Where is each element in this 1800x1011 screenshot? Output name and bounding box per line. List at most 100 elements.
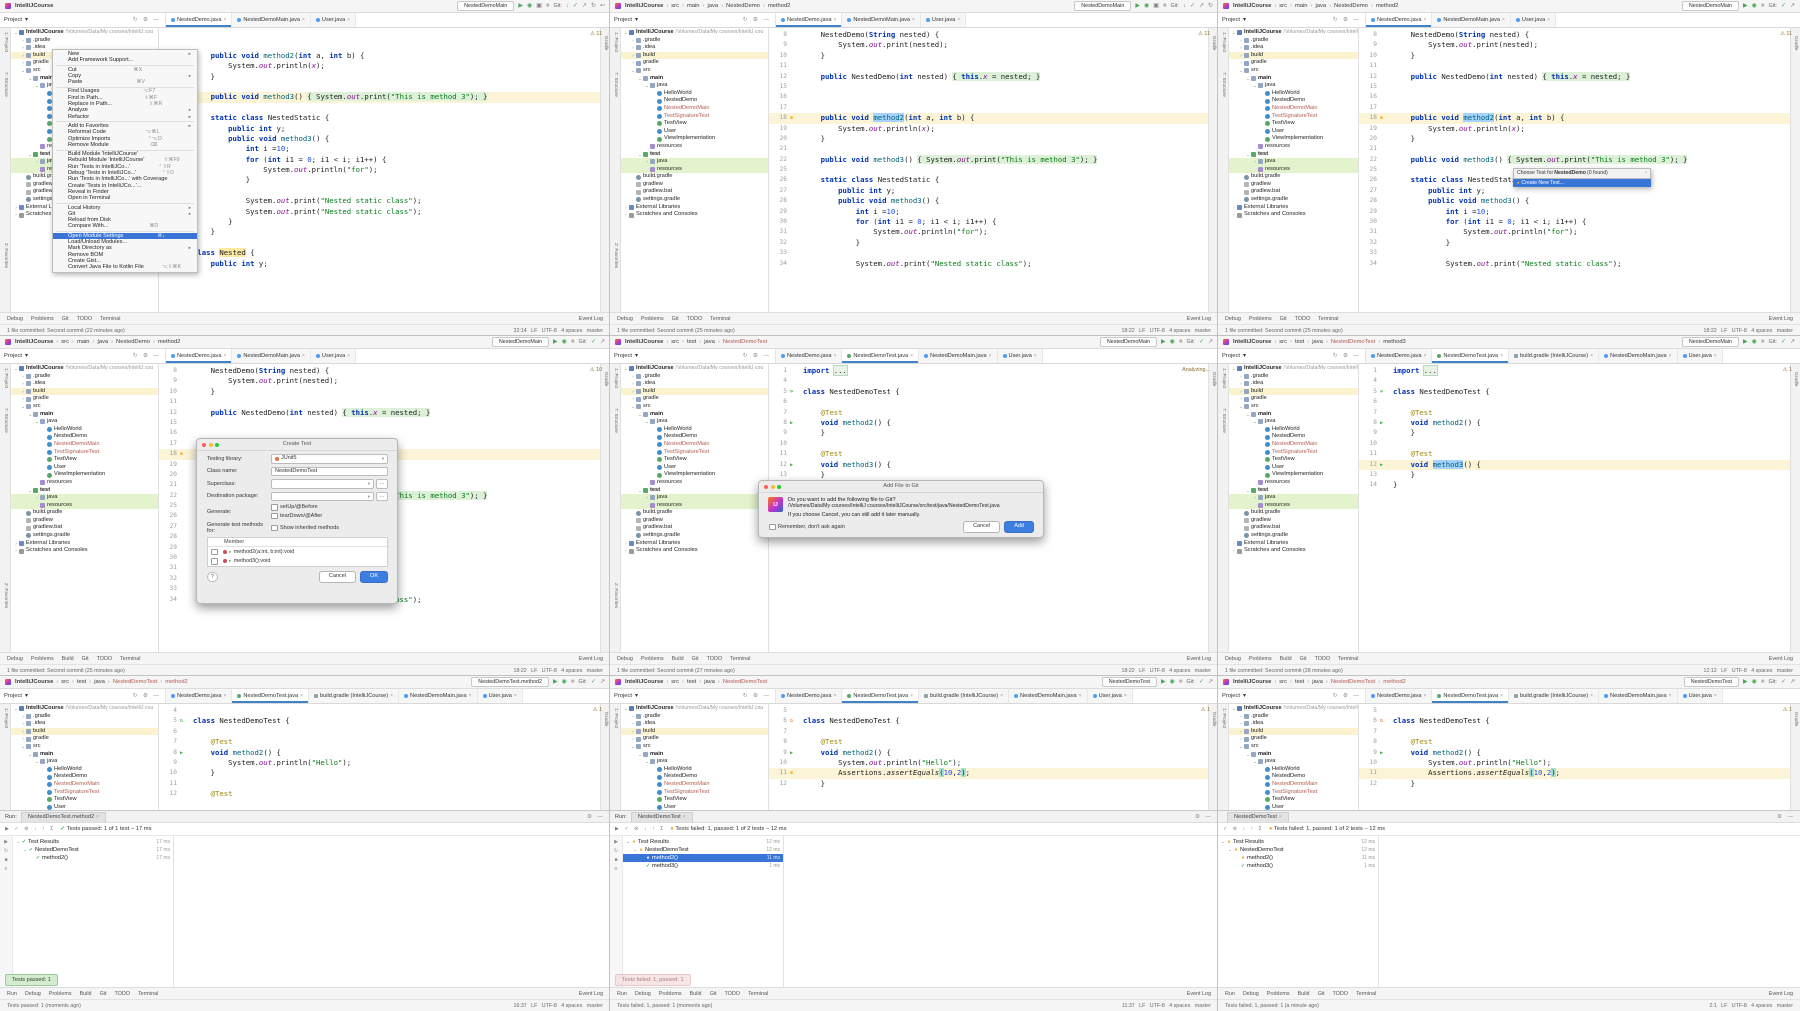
gutter[interactable]: 32 (1359, 238, 1387, 248)
tree-item[interactable]: TestSignatureTest (621, 113, 768, 121)
code-line[interactable]: 6class NestedDemoTest { (1359, 716, 1790, 726)
tool-strip-structure[interactable]: 7: Structure (3, 408, 8, 433)
code-line[interactable]: for (int i1 = 0; i1 < i; i1++) { (159, 155, 600, 165)
menu-item[interactable] (53, 202, 197, 205)
tool-window-button[interactable]: Problems (1249, 656, 1272, 662)
code-line[interactable]: 10 } (1359, 51, 1790, 61)
breadcrumb-item[interactable]: method2 (1368, 3, 1399, 9)
menu-item[interactable]: Convert Java File to Kotlin File ⌥⇧⌘K (53, 264, 197, 270)
tool-strip-project[interactable]: 1: Project (1221, 708, 1226, 728)
gutter[interactable]: 9 (1359, 748, 1387, 758)
editor-tab[interactable]: NestedDemoMain.java × (1432, 13, 1511, 27)
code-line[interactable]: System.out.print("Nested static class"); (159, 207, 600, 217)
project-tool-header[interactable]: Project ▾ ↻ ⚙ — (0, 13, 166, 27)
tool-window-button[interactable]: Run (617, 991, 627, 997)
gutter[interactable]: 8 (159, 748, 187, 758)
settings-icon[interactable]: ⚙ (1777, 814, 1784, 820)
breadcrumb-item[interactable]: java (86, 679, 105, 685)
gutter[interactable]: 32 (769, 238, 797, 248)
tree-item[interactable]: settings.gradle (621, 196, 768, 204)
tree-item[interactable]: › build (1229, 51, 1358, 60)
tree-item[interactable]: › .gradle (621, 713, 768, 721)
stop-icon[interactable]: ■ (1179, 679, 1183, 685)
gutter[interactable]: 25 (769, 165, 797, 175)
gutter[interactable]: 20 (1359, 134, 1387, 144)
gutter[interactable]: 6 (769, 397, 797, 407)
gutter[interactable]: 21 (159, 480, 187, 490)
code-line[interactable] (159, 103, 600, 113)
code-line[interactable]: 9 System.out.print(nested); (1359, 40, 1790, 50)
tree-item[interactable]: resources (621, 143, 768, 151)
tree-item[interactable]: ⌄ test (621, 487, 768, 495)
tree-item[interactable]: › build (621, 387, 768, 396)
tool-strip-gradle[interactable]: Gradle (1211, 712, 1216, 726)
gutter[interactable]: 11 (159, 779, 187, 789)
editor-tab[interactable]: NestedDemo.java × (1366, 13, 1433, 27)
breadcrumb-item[interactable]: main (1287, 3, 1308, 9)
tree-item[interactable]: NestedDemo (621, 433, 768, 441)
project-tool-header[interactable]: Project ▾ ↻ ⚙ — (1218, 349, 1366, 363)
tool-window-button[interactable]: TODO (1295, 316, 1310, 322)
code-line[interactable]: 9 } (769, 428, 1208, 438)
gutter[interactable]: 8 (1359, 30, 1387, 40)
git-push-icon[interactable]: ↗ (1208, 679, 1213, 685)
test-tree-item[interactable]: ⌄NestedDemoTest12 ms (623, 846, 783, 854)
tool-window-button[interactable]: Problems (31, 656, 54, 662)
breadcrumb-item[interactable]: method3 (1375, 339, 1406, 345)
browse-button[interactable]: … (376, 479, 388, 489)
code-line[interactable] (159, 238, 600, 248)
code-line[interactable]: 8 @Test (1359, 737, 1790, 747)
tree-item[interactable]: ViewImplementation (1229, 135, 1358, 143)
history-icon[interactable]: ↻ (1208, 3, 1213, 9)
tree-item[interactable]: ⌄ src (1229, 743, 1358, 751)
run-icon[interactable]: ▶ (518, 3, 523, 9)
code-line[interactable]: 29 int i =10; (1359, 207, 1790, 217)
code-line[interactable]: 12 } (769, 779, 1208, 789)
code-line[interactable]: 22 public void method3() { System.out.pr… (1359, 154, 1790, 165)
code-line[interactable]: 8 void method2() { (159, 748, 600, 758)
run-config-select[interactable]: NestedDemoMain (1681, 337, 1740, 347)
code-line[interactable]: System.out.print("Nested static class"); (159, 196, 600, 206)
gutter[interactable]: 15 (159, 418, 187, 428)
gutter[interactable]: 12 (769, 779, 797, 789)
code-line[interactable]: 15 (159, 418, 600, 428)
editor-tab[interactable]: NestedDemoMain.java × (1009, 689, 1088, 703)
close-icon[interactable]: × (390, 693, 393, 699)
tree-item[interactable]: › gradle (1229, 735, 1358, 743)
gutter[interactable]: 7 (1359, 727, 1387, 737)
gutter[interactable]: 13 (1359, 470, 1387, 480)
code-line[interactable]: 12 } (1359, 779, 1790, 789)
inspection-widget[interactable]: ⚠ 11 (1198, 31, 1210, 37)
tree-item[interactable]: ⌄ main (621, 75, 768, 83)
code-line[interactable]: 30 for (int i1 = 0; i1 < i; i1++) { (1359, 217, 1790, 227)
tool-window-button[interactable]: Terminal (100, 316, 120, 322)
code-line[interactable]: 6 (769, 397, 1208, 407)
close-icon[interactable]: × (989, 353, 992, 359)
gutter[interactable]: 18 (159, 449, 187, 459)
gutter[interactable]: 12 (159, 789, 187, 799)
code-line[interactable]: 32 } (769, 238, 1208, 248)
tool-window-button[interactable]: Debug (617, 656, 633, 662)
tree-item[interactable]: ViewImplementation (621, 471, 768, 479)
inspection-widget[interactable]: ⚠ 1 (1201, 707, 1210, 713)
gutter[interactable]: 10 (769, 439, 797, 449)
tests-failed-balloon[interactable]: Tests failed: 1, passed: 1 (615, 974, 691, 986)
tool-window-button[interactable]: Git (82, 656, 89, 662)
tree-item[interactable]: NestedDemo (11, 433, 158, 441)
tool-strip-gradle[interactable]: Gradle (1211, 372, 1216, 386)
tool-window-button[interactable]: Problems (1249, 316, 1272, 322)
tree-item[interactable]: TestView (621, 456, 768, 464)
run-panel-tab[interactable]: NestedDemoTest.method2 × (20, 811, 106, 822)
tool-strip-project[interactable]: 1: Project (3, 32, 8, 52)
test-console[interactable] (1379, 836, 1800, 987)
tree-item[interactable]: gradlew.bat (1229, 188, 1358, 196)
editor-tab[interactable]: User.java × (1087, 689, 1133, 703)
code-line[interactable]: System.out.println(x); (159, 61, 600, 71)
tool-window-button[interactable]: TODO (77, 316, 92, 322)
code-line[interactable]: 29 int i =10; (769, 207, 1208, 217)
event-log-button[interactable]: Event Log (1187, 991, 1211, 997)
code-line[interactable]: 10 } (159, 768, 600, 778)
close-icon[interactable]: × (1500, 353, 1503, 359)
tree-item[interactable]: gradlew.bat (11, 524, 158, 532)
project-tool-header[interactable]: Project ▾ ↻ ⚙ — (610, 349, 776, 363)
